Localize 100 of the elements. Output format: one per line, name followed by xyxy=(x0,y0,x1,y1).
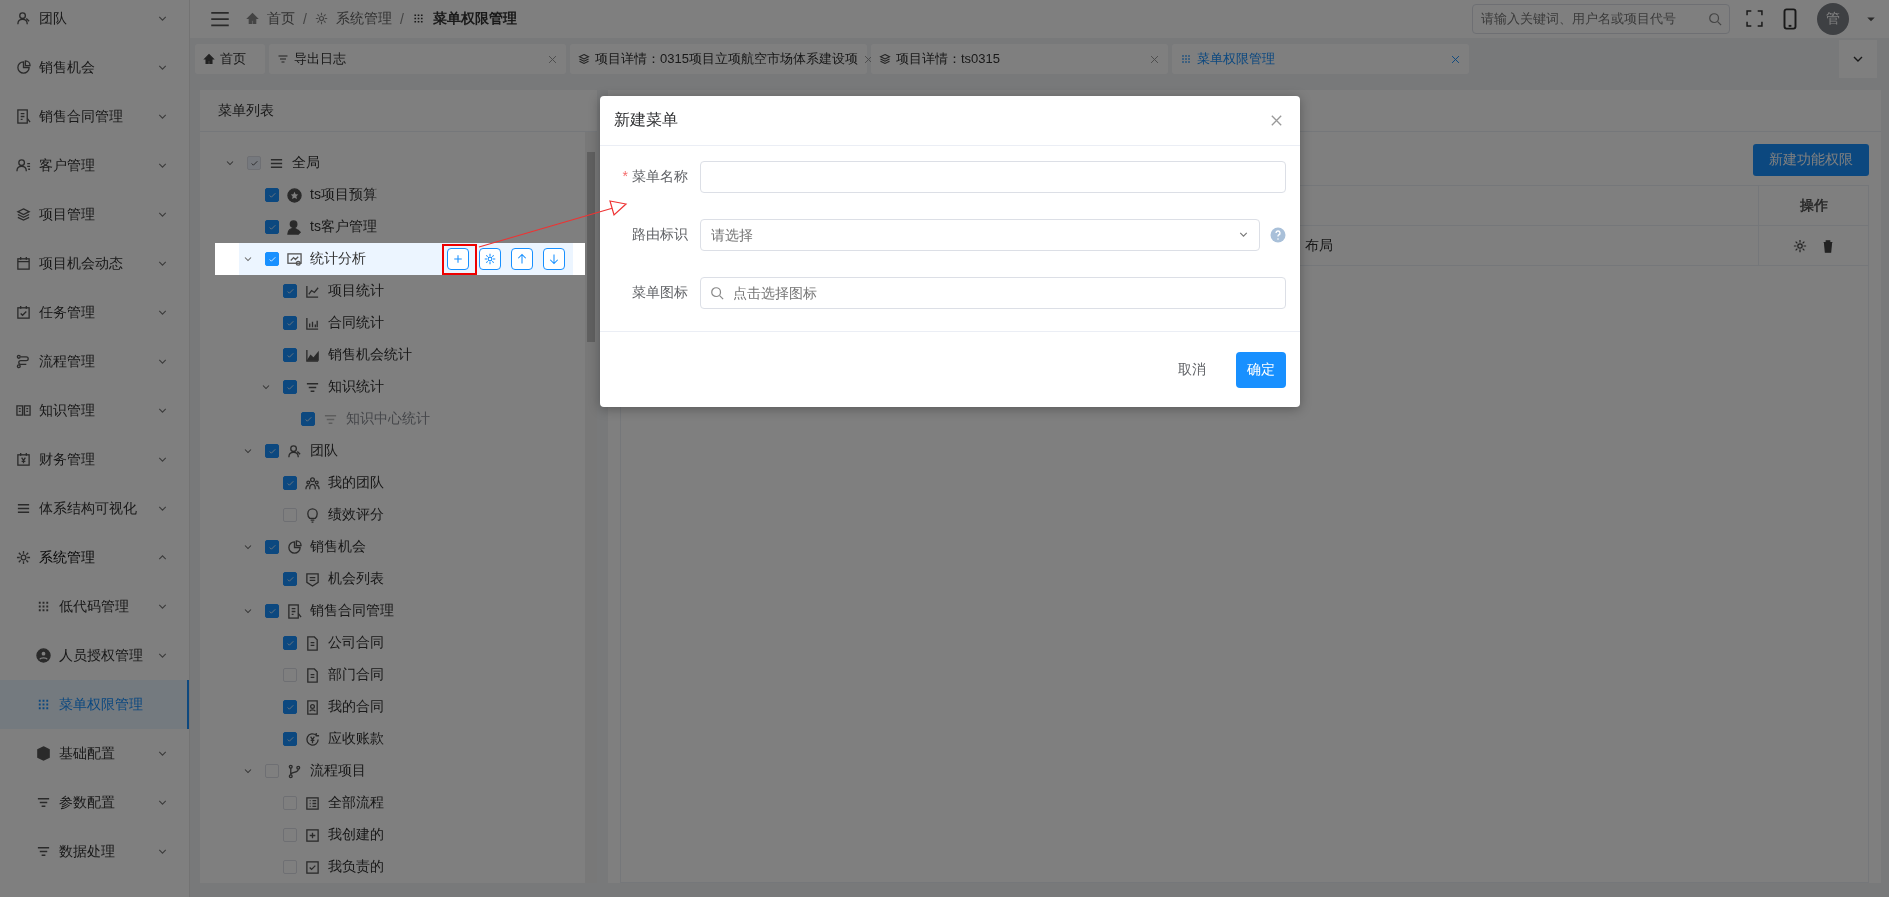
list-box-icon xyxy=(305,795,320,811)
panel-title: 菜单列表 xyxy=(218,101,274,120)
group-icon xyxy=(305,475,320,491)
shield-list-icon xyxy=(305,571,320,587)
pie-chart-icon xyxy=(287,539,302,555)
tab[interactable]: 首页 xyxy=(195,44,265,75)
tree-label: 团队 xyxy=(310,442,338,460)
check-icon xyxy=(285,350,295,360)
layers-icon xyxy=(16,207,31,222)
pie-chart-icon xyxy=(16,60,31,75)
plus-icon xyxy=(452,253,464,265)
sidebar-item[interactable]: 团队 xyxy=(0,0,189,43)
check-icon xyxy=(267,446,277,456)
sidebar-item[interactable]: 人员授权管理 xyxy=(0,631,189,680)
tree-label: 项目统计 xyxy=(328,282,384,300)
field-label: 菜单图标 xyxy=(631,284,689,302)
confirm-button[interactable]: 确定 xyxy=(1236,351,1286,388)
sidebar-item[interactable]: 参数配置 xyxy=(0,778,189,827)
cancel-button[interactable]: 取消 xyxy=(1168,352,1216,387)
bar-chart-icon xyxy=(305,315,320,331)
tree-label: 统计分析 xyxy=(310,250,366,268)
team-icon xyxy=(287,443,302,459)
select-field[interactable]: 请选择 xyxy=(700,219,1260,251)
close-button[interactable] xyxy=(1269,113,1284,128)
breadcrumb-link[interactable]: 首页 xyxy=(267,9,295,28)
sidebar-item[interactable]: 系统管理 xyxy=(0,533,189,582)
search-field[interactable]: 请输入关键词、用户名或项目代号 xyxy=(1472,3,1730,34)
sidebar-item[interactable]: 流程管理 xyxy=(0,337,189,386)
sidebar-item[interactable]: 任务管理 xyxy=(0,288,189,337)
document-icon xyxy=(16,109,31,124)
bulb-icon xyxy=(305,507,320,523)
tree-label: 销售机会 xyxy=(310,538,366,556)
yen-refresh-icon xyxy=(305,731,320,747)
sidebar-item[interactable]: 销售机会 xyxy=(0,43,189,92)
close-icon[interactable] xyxy=(547,53,558,65)
grid-icon xyxy=(36,697,51,712)
settings-icon xyxy=(314,12,328,26)
area-chart-icon xyxy=(305,347,320,363)
input-field[interactable] xyxy=(700,161,1286,193)
sidebar-item[interactable]: 低代码管理 xyxy=(0,582,189,631)
check-icon xyxy=(267,222,277,232)
check-icon xyxy=(303,414,313,424)
sidebar-item[interactable]: 财务管理 xyxy=(0,435,189,484)
calendar-icon xyxy=(16,256,31,271)
search-icon xyxy=(710,286,724,300)
close-icon[interactable] xyxy=(862,53,874,65)
sidebar-item[interactable]: 体系结构可视化 xyxy=(0,484,189,533)
team-icon xyxy=(16,11,31,26)
tree-label: 销售合同管理 xyxy=(310,602,394,620)
chart-board-icon xyxy=(287,251,302,267)
field-label: * 菜单名称 xyxy=(621,168,689,186)
home-icon xyxy=(203,53,215,66)
highlight-frame xyxy=(442,244,477,275)
check-icon xyxy=(267,254,277,264)
close-icon[interactable] xyxy=(1149,53,1160,65)
document-icon xyxy=(287,603,302,619)
arrow-up-icon xyxy=(516,253,528,265)
help-icon[interactable] xyxy=(1270,227,1286,243)
modal-title: 新建菜单 xyxy=(614,110,678,130)
sidebar-item[interactable]: 项目管理 xyxy=(0,190,189,239)
tree-label: 全部流程 xyxy=(328,794,384,812)
settings-icon xyxy=(484,253,496,265)
tree-label: ts客户管理 xyxy=(310,218,377,236)
user-circle-icon xyxy=(36,648,51,663)
document-icon xyxy=(305,635,320,651)
filter-icon xyxy=(36,795,51,810)
close-icon[interactable] xyxy=(1450,53,1461,65)
tab[interactable]: 菜单权限管理 xyxy=(1172,44,1469,75)
user-list-icon xyxy=(16,158,31,173)
sidebar-item[interactable]: 客户管理 xyxy=(0,141,189,190)
tab[interactable]: 项目详情：ts0315 xyxy=(871,44,1168,75)
layers-icon xyxy=(879,53,891,66)
tree-label: 我负责的 xyxy=(328,858,384,876)
sidebar-item[interactable]: 销售合同管理 xyxy=(0,92,189,141)
user-icon xyxy=(287,219,302,235)
tree-label: 绩效评分 xyxy=(328,506,384,524)
settings-icon[interactable] xyxy=(1792,238,1807,253)
tree-label: 应收账款 xyxy=(328,730,384,748)
tree-label: 我的合同 xyxy=(328,698,384,716)
tree-label: 我的团队 xyxy=(328,474,384,492)
tab[interactable]: 导出日志 xyxy=(269,44,566,75)
sidebar-item[interactable]: 数据处理 xyxy=(0,827,189,876)
sidebar-item[interactable]: 知识管理 xyxy=(0,386,189,435)
document-icon xyxy=(305,667,320,683)
new-permission-button[interactable]: 新建功能权限 xyxy=(1753,144,1869,176)
fullscreen-icon[interactable] xyxy=(1746,10,1763,28)
check-icon xyxy=(267,606,277,616)
icon-picker-field[interactable]: 点击选择图标 xyxy=(700,277,1286,309)
layers-icon xyxy=(578,53,590,66)
check-icon xyxy=(267,542,277,552)
document-user-icon xyxy=(305,699,320,715)
check-icon xyxy=(285,286,295,296)
settings-icon xyxy=(16,550,31,565)
sidebar-item[interactable]: 基础配置 xyxy=(0,729,189,778)
sidebar-item[interactable]: 项目机会动态 xyxy=(0,239,189,288)
breadcrumb-link[interactable]: 菜单权限管理 xyxy=(432,9,517,28)
breadcrumb-link[interactable]: 系统管理 xyxy=(335,9,392,28)
tree-label: 知识中心统计 xyxy=(346,410,430,428)
branch-icon xyxy=(287,763,302,779)
table-cell: 布局 xyxy=(1305,236,1333,255)
